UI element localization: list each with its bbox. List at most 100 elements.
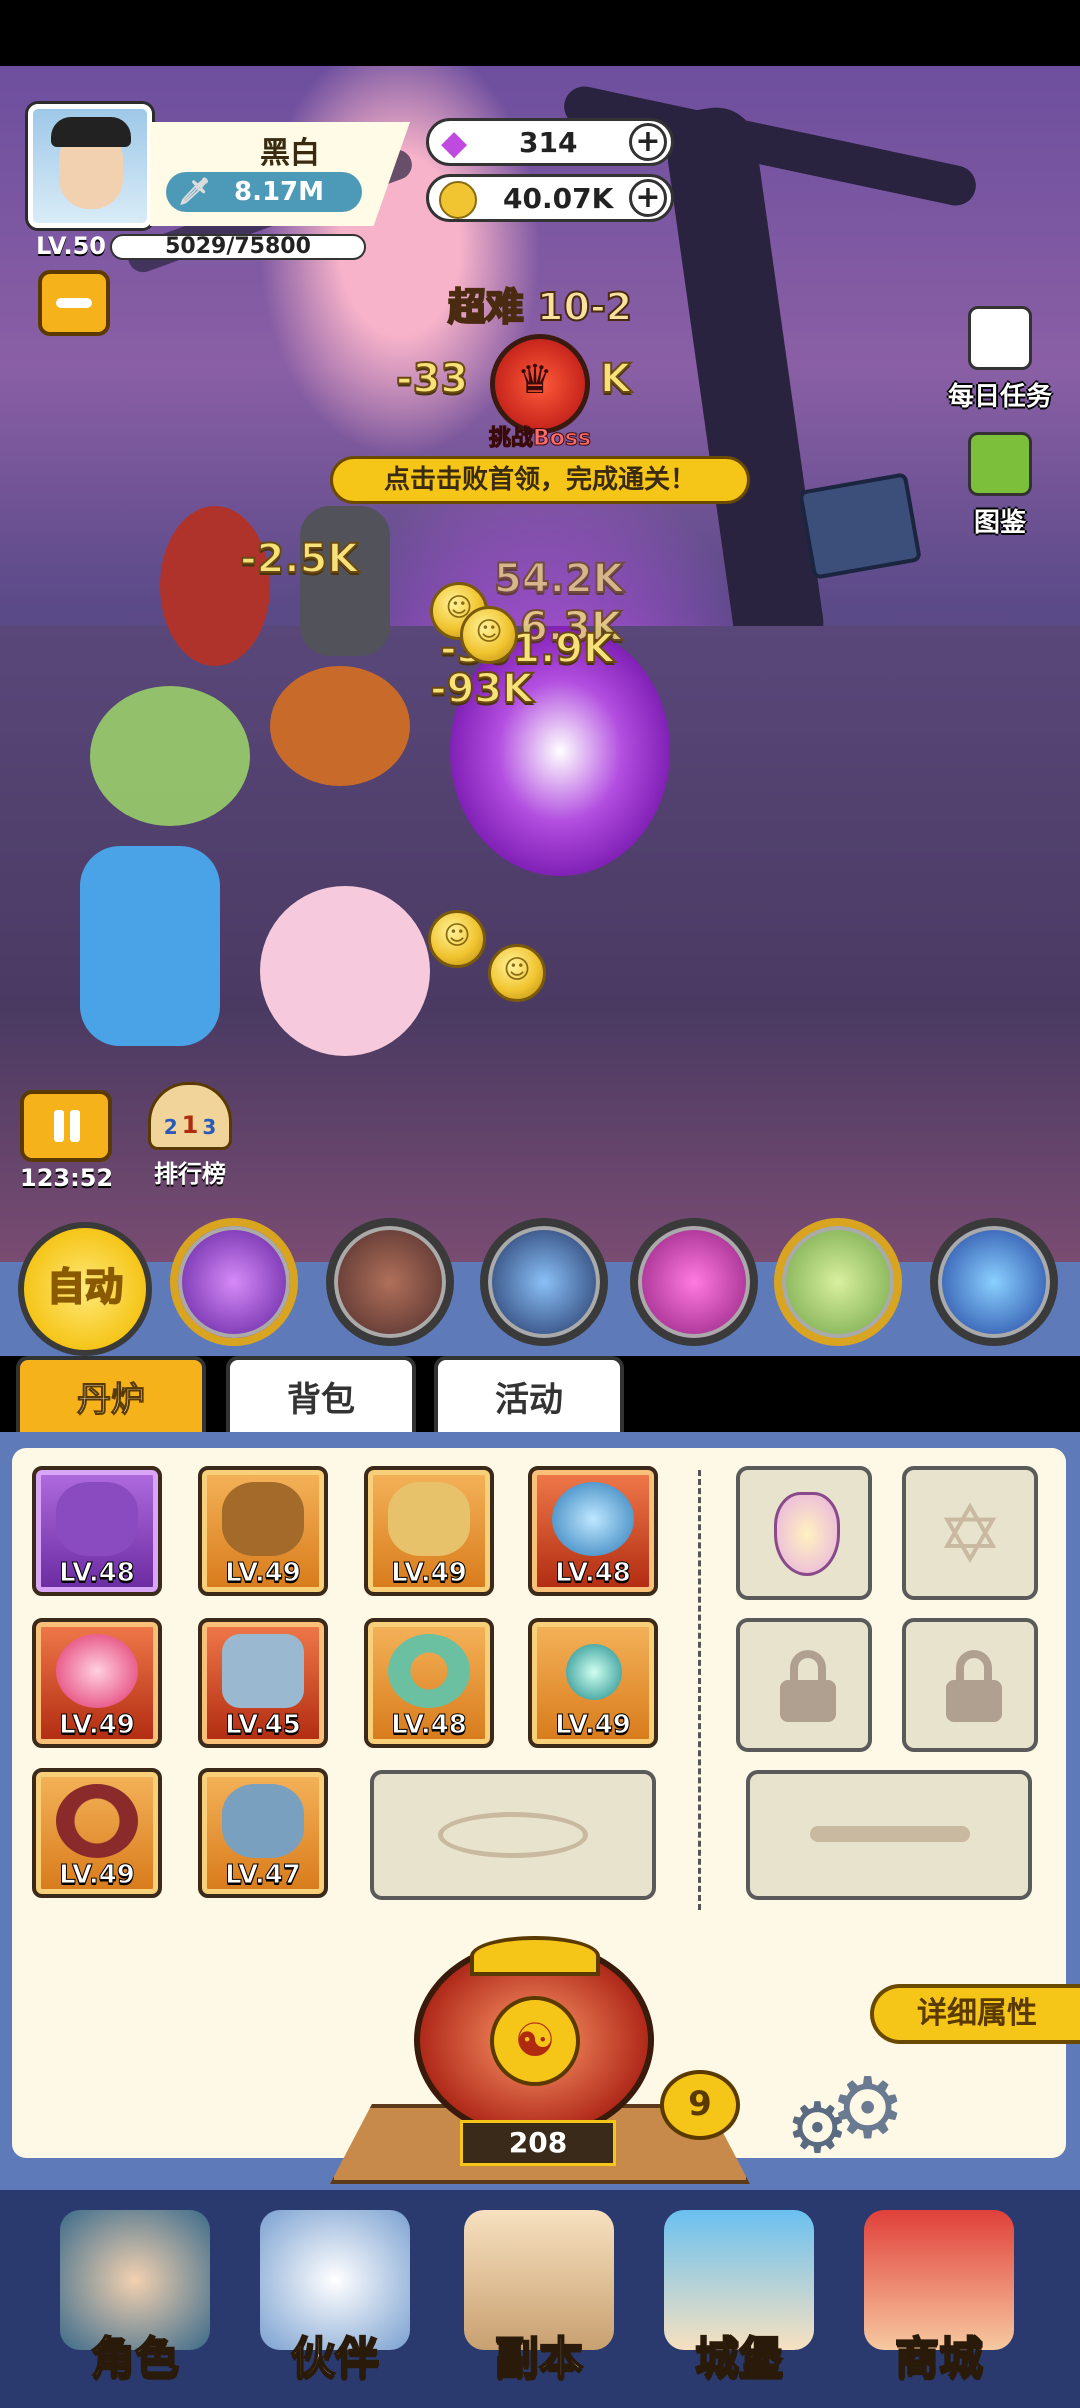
tab-furnace[interactable]: 丹炉 xyxy=(16,1356,206,1432)
nav-partner[interactable]: 伙伴 xyxy=(240,2200,430,2400)
rank-digit: 3 xyxy=(202,1115,217,1139)
pause-icon xyxy=(70,1110,80,1142)
skill-lightning[interactable] xyxy=(480,1218,608,1346)
add-gems-button[interactable]: + xyxy=(629,123,667,161)
ranking-button[interactable]: 2 1 3 排行榜 xyxy=(140,1082,240,1189)
equip-slot-2[interactable]: LV.49 xyxy=(364,1466,494,1596)
sigil-icon xyxy=(438,1812,588,1858)
coin-drop[interactable] xyxy=(460,606,518,664)
add-coins-button[interactable]: + xyxy=(629,179,667,217)
equip-level: LV.45 xyxy=(225,1710,302,1741)
avatar-hair xyxy=(51,117,131,147)
gem-bar[interactable]: ◆ 314 + xyxy=(426,118,674,166)
equip-slot-1[interactable]: LV.49 xyxy=(198,1466,328,1596)
details-button[interactable]: 详细属性 xyxy=(870,1984,1080,2044)
equip-slot-9[interactable]: LV.47 xyxy=(198,1768,328,1898)
rank-digit: 2 xyxy=(163,1115,178,1139)
equip-level: LV.49 xyxy=(391,1558,468,1589)
ring-icon xyxy=(388,1634,470,1708)
belt-icon xyxy=(56,1784,138,1858)
skill-dragon[interactable] xyxy=(774,1218,902,1346)
skill-spiral[interactable] xyxy=(630,1218,758,1346)
pearl-icon xyxy=(566,1644,622,1700)
tab-backpack[interactable]: 背包 xyxy=(226,1356,416,1432)
pause-icon xyxy=(54,1110,64,1142)
nav-shop[interactable]: 商城 xyxy=(844,2200,1034,2400)
settings-button[interactable]: ⚙ ⚙ xyxy=(786,2059,916,2163)
stage-title: 超难 10-2 xyxy=(447,284,633,330)
damage-number: 54.2K xyxy=(493,555,625,603)
auto-button[interactable]: 自动 xyxy=(18,1222,152,1356)
coin-drop[interactable] xyxy=(428,910,486,968)
nav-dungeon[interactable]: 副本 xyxy=(444,2200,634,2400)
exp-value: 5029/75800 xyxy=(165,234,311,259)
equip-slot-8[interactable]: LV.49 xyxy=(32,1768,162,1898)
coin-drop[interactable] xyxy=(488,944,546,1002)
nav-character[interactable]: 角色 xyxy=(40,2200,230,2400)
rank-digit: 1 xyxy=(181,1111,199,1139)
coin-count: 40.07K xyxy=(503,181,614,215)
furnace-value: 208 xyxy=(460,2120,616,2166)
butterfly-pet xyxy=(90,686,250,826)
player-name: 黑白 xyxy=(260,136,320,171)
nav-label: 商城 xyxy=(894,2332,984,2385)
empty-slot-wide[interactable] xyxy=(370,1770,656,1900)
equip-slot-4[interactable]: LV.49 xyxy=(32,1618,162,1748)
skill-fireball[interactable] xyxy=(930,1218,1058,1346)
equip-slot-5[interactable]: LV.45 xyxy=(198,1618,328,1748)
daily-tasks-button[interactable]: 每日任务 xyxy=(940,306,1060,413)
tab-events[interactable]: 活动 xyxy=(434,1356,624,1432)
equip-slot-6[interactable]: LV.48 xyxy=(364,1618,494,1748)
player-avatar[interactable] xyxy=(28,104,152,228)
damage-number: -2.5K xyxy=(239,535,359,583)
skill-beast[interactable] xyxy=(326,1218,454,1346)
nav-label: 角色 xyxy=(90,2332,180,2385)
lock-icon xyxy=(780,1650,836,1722)
armor-icon xyxy=(388,1482,470,1556)
gear-icon: ⚙ xyxy=(830,2059,906,2157)
equip-slot-0[interactable]: LV.48 xyxy=(32,1466,162,1596)
locked-slot[interactable] xyxy=(902,1618,1038,1752)
clipboard-icon xyxy=(968,306,1032,370)
boots-icon xyxy=(222,1784,304,1858)
codex-button[interactable]: 图鉴 xyxy=(950,432,1050,539)
book-icon xyxy=(968,432,1032,496)
locked-slot[interactable] xyxy=(736,1618,872,1752)
equip-slot-7[interactable]: LV.49 xyxy=(528,1618,658,1748)
skill-vortex[interactable] xyxy=(170,1218,298,1346)
codex-label: 图鉴 xyxy=(973,508,1026,538)
collapse-menu-button[interactable] xyxy=(38,270,110,336)
boss-challenge-button[interactable]: ♛ xyxy=(490,334,590,434)
pause-button[interactable] xyxy=(20,1090,112,1162)
star-slot[interactable]: ✡ xyxy=(902,1466,1038,1600)
hero-blue-hair xyxy=(80,846,220,1046)
furnace-badge[interactable]: 9 xyxy=(660,2070,740,2140)
equip-level: LV.47 xyxy=(225,1860,302,1891)
nav-label: 伙伴 xyxy=(290,2332,380,2385)
damage-number: -33 xyxy=(395,355,469,403)
power-value: 8.17M xyxy=(233,177,325,207)
coin-icon xyxy=(439,181,477,219)
weapon-slot[interactable] xyxy=(746,1770,1032,1900)
exp-bar: 5029/75800 xyxy=(110,234,366,260)
equip-level: LV.49 xyxy=(59,1860,136,1891)
damage-number: K xyxy=(599,355,632,403)
demon-mask-icon: ♛ xyxy=(517,357,553,403)
divider xyxy=(698,1470,701,1910)
lock-icon xyxy=(946,1650,1002,1722)
sword-icon: 🗡 xyxy=(178,177,212,207)
equip-level: LV.49 xyxy=(555,1710,632,1741)
gourd-slot[interactable] xyxy=(736,1466,872,1600)
equip-slot-3[interactable]: LV.48 xyxy=(528,1466,658,1596)
dead-tree xyxy=(661,102,829,670)
hexagram-icon: ✡ xyxy=(936,1488,1004,1581)
coin-bar[interactable]: 40.07K + xyxy=(426,174,674,222)
equip-level: LV.48 xyxy=(391,1710,468,1741)
nav-label: 城堡 xyxy=(694,2332,784,2385)
nav-castle[interactable]: 城堡 xyxy=(644,2200,834,2400)
gourd-icon xyxy=(774,1492,840,1576)
minus-icon xyxy=(56,298,92,308)
equip-level: LV.49 xyxy=(225,1558,302,1589)
trident-icon xyxy=(810,1826,970,1842)
stage-hint: 点击击败首领，完成通关！ xyxy=(330,456,750,504)
